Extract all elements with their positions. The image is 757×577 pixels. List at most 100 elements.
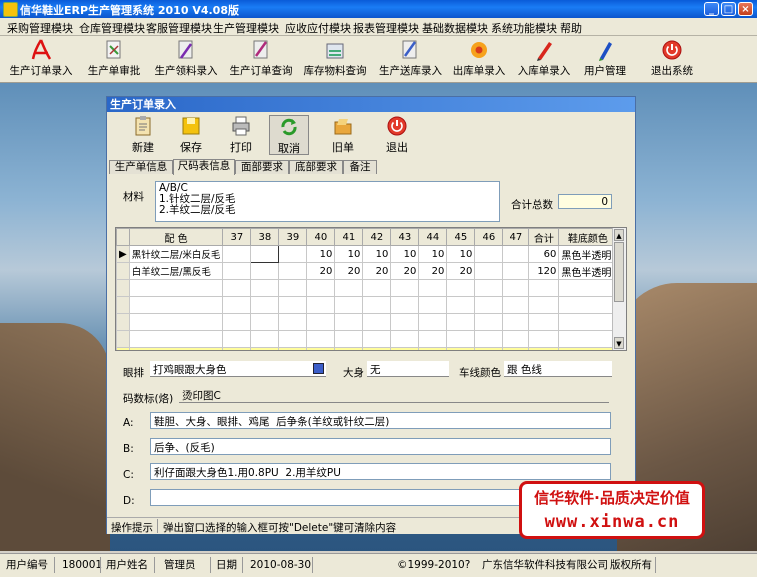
table-row-empty <box>116 296 618 314</box>
minimize-button[interactable]: _ <box>704 2 719 16</box>
grid-sum-row: 总 计 180 <box>116 347 618 350</box>
scroll-up-icon[interactable]: ▲ <box>614 229 624 241</box>
toolbar-production-material[interactable]: 生产领料录入 <box>154 38 218 80</box>
total-count-input[interactable]: 0 <box>558 194 612 209</box>
brand-url: www.xinwa.cn <box>544 512 680 532</box>
main-toolbar: 生产订单录入 生产单审批 生产领料录入 生产订单查询 库存物料查询 生产送库录入… <box>0 36 757 83</box>
toolbar-production-delivery[interactable]: 生产送库录入 <box>379 38 442 80</box>
grid-scrollbar[interactable]: ▲ ▼ <box>612 228 626 350</box>
d-label: D: <box>123 495 135 507</box>
scroll-down-icon[interactable]: ▼ <box>614 337 624 349</box>
document-query-icon <box>253 40 268 59</box>
hint-divider <box>157 519 158 533</box>
tab-sole-requirements[interactable]: 底部要求 <box>289 160 343 174</box>
tab-notes[interactable]: 备注 <box>343 160 377 174</box>
grid-header-40: 40 <box>306 228 336 246</box>
row-pointer-icon: ▶ <box>116 245 130 263</box>
toolbar-inventory-query[interactable]: 库存物料查询 <box>302 38 368 80</box>
user-name-value: 管理员 <box>164 559 196 571</box>
menu-production[interactable]: 生产管理模块 <box>213 20 279 36</box>
new-button[interactable]: 新建 <box>123 115 163 155</box>
grid-sum-value: 180 <box>528 347 560 350</box>
eyerow-label: 眼排 <box>123 367 144 379</box>
menu-warehouse[interactable]: 仓库管理模块 <box>79 20 145 36</box>
warehouse-icon <box>326 43 344 59</box>
b-label: B: <box>123 443 134 455</box>
menu-bar: 采购管理模块 仓库管理模块 客服管理模块 生产管理模块 应收应付模块 报表管理模… <box>0 18 757 36</box>
thread-color-label: 车线颜色 <box>459 367 501 379</box>
user-no-label: 用户编号 <box>6 559 48 571</box>
menu-receivables[interactable]: 应收应付模块 <box>285 20 351 36</box>
rights-text: 版权所有 <box>610 559 652 571</box>
menu-basedata[interactable]: 基础数据模块 <box>422 20 488 36</box>
child-toolbar: 新建 保存 打印 取消 旧单 退出 <box>107 113 635 155</box>
pdf-icon <box>31 39 52 60</box>
hint-label: 操作提示 <box>111 522 153 534</box>
user-no-value: 180001 <box>62 559 103 571</box>
maximize-button[interactable]: □ <box>721 2 736 16</box>
status-divider <box>100 557 101 573</box>
child-window-title: 生产订单录入 <box>107 97 635 112</box>
exit-button[interactable]: 退出 <box>377 115 417 155</box>
grid-header-42: 42 <box>362 228 392 246</box>
table-row-empty <box>116 313 618 331</box>
grid-header-total: 合计 <box>528 228 560 246</box>
material-input[interactable]: A/B/C 1.针纹二层/反毛 2.羊纹二层/反毛 <box>155 181 500 222</box>
eyerow-input[interactable]: 打鸡眼跟大身色 <box>150 361 326 377</box>
toolbar-inbound-entry[interactable]: 入库单录入 <box>516 38 572 80</box>
save-button[interactable]: 保存 <box>171 115 211 155</box>
status-divider <box>210 557 211 573</box>
pen-blue-icon <box>599 42 612 61</box>
tab-size-table[interactable]: 尺码表信息 <box>173 159 235 175</box>
production-order-window: 生产订单录入 新建 保存 打印 取消 旧单 退出 生产单信息 尺码表信息 面部要… <box>106 96 636 534</box>
status-divider <box>312 557 313 573</box>
date-value: 2010-08-30 <box>250 559 312 571</box>
table-row[interactable]: 白羊纹二层/黑反毛 20 20 20 20 20 20 120 黑色半透明 <box>116 262 618 280</box>
close-button[interactable]: × <box>738 2 753 16</box>
brand-watermark: 信华软件·品质决定价值 www.xinwa.cn <box>519 481 705 539</box>
toolbar-production-order-entry[interactable]: 生产订单录入 <box>8 38 74 80</box>
size-grid[interactable]: 配 色 37 38 39 40 41 42 43 44 45 46 47 合计 … <box>115 227 627 351</box>
refresh-icon <box>281 118 297 136</box>
copyright-text: ©1999-2010? <box>397 559 471 571</box>
menu-help[interactable]: 帮助 <box>560 20 582 36</box>
clipboard-icon <box>135 116 151 136</box>
cancel-button[interactable]: 取消 <box>269 115 309 155</box>
status-bar: 用户编号 180001 用户姓名 管理员 日期 2010-08-30 ©1999… <box>0 553 757 577</box>
scroll-thumb[interactable] <box>614 242 624 302</box>
toolbar-outbound-entry[interactable]: 出库单录入 <box>451 38 507 80</box>
grid-sum-label: 总 计 <box>128 347 224 350</box>
size-grid-table: 配 色 37 38 39 40 41 42 43 44 45 46 47 合计 … <box>116 228 618 350</box>
grid-header-sole-color: 鞋底颜色 <box>558 228 618 246</box>
a-label: A: <box>123 417 134 429</box>
old-order-button[interactable]: 旧单 <box>323 115 363 155</box>
tab-upper-requirements[interactable]: 面部要求 <box>235 160 289 174</box>
print-button[interactable]: 打印 <box>221 115 261 155</box>
grid-header-43: 43 <box>390 228 420 246</box>
status-divider <box>242 557 243 573</box>
b-input[interactable]: 后争、(反毛) <box>150 438 611 455</box>
menu-purchase[interactable]: 采购管理模块 <box>7 20 73 36</box>
size-mark-input[interactable]: 烫印图C <box>179 387 609 403</box>
toolbar-exit-system[interactable]: 退出系统 <box>644 38 700 80</box>
hint-text: 弹出窗口选择的输入框可按"Delete"键可清除内容 <box>163 522 397 534</box>
printer-icon <box>232 116 250 136</box>
thread-color-input[interactable]: 跟 色线 <box>504 361 612 377</box>
toolbar-production-query[interactable]: 生产订单查询 <box>228 38 294 80</box>
table-row[interactable]: ▶ 黑针纹二层/米白反毛 10 10 10 10 10 10 60 黑色半透明 <box>116 245 618 263</box>
menu-reports[interactable]: 报表管理模块 <box>353 20 419 36</box>
grid-header-46: 46 <box>474 228 504 246</box>
brand-slogan: 信华软件·品质决定价值 <box>534 489 690 507</box>
company-text: 广东信华软件科技有限公司 <box>482 559 608 571</box>
tab-order-info[interactable]: 生产单信息 <box>109 160 173 174</box>
toolbar-production-approval[interactable]: 生产单审批 <box>86 38 142 80</box>
body-input[interactable]: 无 <box>367 361 449 377</box>
a-input[interactable]: 鞋胆、大身、眼排、鸡尾 后争条(羊纹或针纹二层) <box>150 412 611 429</box>
c-input[interactable]: 利仔面跟大身色1.用0.8PU 2.用羊纹PU <box>150 463 611 480</box>
lookup-icon[interactable] <box>313 363 324 374</box>
body-label: 大身 <box>343 367 364 379</box>
menu-system[interactable]: 系统功能模块 <box>491 20 557 36</box>
user-name-label: 用户姓名 <box>106 559 148 571</box>
menu-service[interactable]: 客服管理模块 <box>146 20 212 36</box>
toolbar-user-management[interactable]: 用户管理 <box>582 38 628 80</box>
